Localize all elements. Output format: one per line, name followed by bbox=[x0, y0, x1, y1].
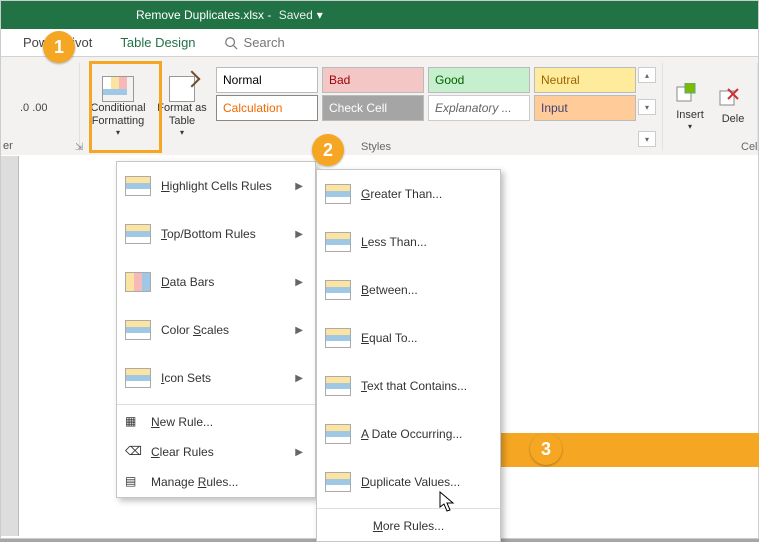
menu-color-scales[interactable]: Color Scales ▶ bbox=[117, 306, 315, 354]
cell-styles-gallery[interactable]: Normal Bad Good Neutral Calculation Chec… bbox=[214, 63, 638, 151]
less-than-icon bbox=[325, 232, 351, 252]
group-label-cells: Cel bbox=[741, 141, 758, 153]
chevron-right-icon: ▶ bbox=[295, 447, 303, 458]
submenu-less-than[interactable]: Less Than... bbox=[317, 218, 500, 266]
chevron-right-icon: ▶ bbox=[295, 277, 303, 288]
menu-top-bottom-rules[interactable]: Top/Bottom Rules ▶ bbox=[117, 210, 315, 258]
file-name: Remove Duplicates.xlsx bbox=[136, 8, 264, 22]
save-status[interactable]: Saved bbox=[279, 8, 313, 22]
delete-icon bbox=[718, 87, 748, 113]
style-explanatory[interactable]: Explanatory ... bbox=[428, 95, 530, 121]
top-bottom-icon bbox=[125, 224, 151, 244]
menu-clear-rules[interactable]: ⌫ Clear Rules ▶ bbox=[117, 437, 315, 467]
chevron-right-icon: ▶ bbox=[295, 181, 303, 192]
delete-label: Dele bbox=[722, 113, 745, 126]
callout-badge-2: 2 bbox=[312, 134, 344, 166]
group-label-styles: Styles bbox=[361, 141, 391, 153]
number-format-icons[interactable]: .0 .00 bbox=[18, 97, 62, 117]
search-box[interactable]: Search bbox=[224, 35, 285, 50]
submenu-equal-to[interactable]: Equal To... bbox=[317, 314, 500, 362]
submenu-duplicate-values[interactable]: Duplicate Values... bbox=[317, 458, 500, 506]
chevron-down-icon: ▾ bbox=[180, 128, 184, 138]
scroll-down-icon[interactable]: ▾ bbox=[638, 99, 656, 115]
cells-group: Insert ▾ Dele bbox=[663, 63, 758, 151]
scroll-expand-icon[interactable]: ▾ bbox=[638, 131, 656, 147]
menu-highlight-cells-rules[interactable]: HHighlight Cells Rulesighlight Cells Rul… bbox=[117, 162, 315, 210]
callout-badge-3: 3 bbox=[530, 433, 562, 465]
scroll-up-icon[interactable]: ▴ bbox=[638, 67, 656, 83]
greater-than-icon bbox=[325, 184, 351, 204]
menu-manage-rules[interactable]: ▤ Manage Rules... bbox=[117, 467, 315, 497]
submenu-greater-than[interactable]: Greater Than... bbox=[317, 170, 500, 218]
new-rule-icon: ▦ bbox=[125, 414, 141, 430]
chevron-down-icon[interactable]: ▾ bbox=[317, 8, 323, 22]
menu-icon-sets[interactable]: Icon Sets ▶ bbox=[117, 354, 315, 402]
chevron-right-icon: ▶ bbox=[295, 229, 303, 240]
submenu-between[interactable]: Between... bbox=[317, 266, 500, 314]
svg-text:.0 .00: .0 .00 bbox=[20, 102, 48, 114]
chevron-down-icon: ▾ bbox=[688, 122, 692, 132]
search-placeholder: Search bbox=[244, 35, 285, 50]
search-icon bbox=[224, 36, 238, 50]
insert-label: Insert bbox=[676, 109, 704, 122]
conditional-formatting-button[interactable]: Conditional Formatting ▾ bbox=[86, 63, 150, 151]
menu-data-bars[interactable]: Data Bars ▶ bbox=[117, 258, 315, 306]
styles-gallery-scroll[interactable]: ▴ ▾ ▾ bbox=[638, 63, 656, 151]
cf-label: Conditional Formatting bbox=[90, 102, 145, 128]
conditional-formatting-icon bbox=[102, 76, 134, 102]
delete-button[interactable]: Dele bbox=[713, 67, 753, 147]
ribbon: .0 .00 ⇲ Conditional Formatting ▾ Format… bbox=[1, 57, 758, 155]
chevron-right-icon: ▶ bbox=[295, 325, 303, 336]
titlebar: Remove Duplicates.xlsx - Saved ▾ bbox=[1, 1, 758, 29]
ribbon-tabs: Power Pivot Table Design Search bbox=[1, 29, 758, 57]
excel-window: Remove Duplicates.xlsx - Saved ▾ Power P… bbox=[0, 0, 759, 539]
equal-to-icon bbox=[325, 328, 351, 348]
style-normal[interactable]: Normal bbox=[216, 67, 318, 93]
data-bars-icon bbox=[125, 272, 151, 292]
row-headers bbox=[1, 156, 19, 536]
tab-table-design[interactable]: Table Design bbox=[120, 35, 195, 50]
insert-button[interactable]: Insert ▾ bbox=[667, 67, 713, 147]
styles-group: Conditional Formatting ▾ Format as Table… bbox=[80, 63, 663, 151]
clear-rules-icon: ⌫ bbox=[125, 444, 141, 460]
between-icon bbox=[325, 280, 351, 300]
submenu-text-contains[interactable]: Text that Contains... bbox=[317, 362, 500, 410]
left-truncated-label: er bbox=[3, 140, 13, 152]
style-neutral[interactable]: Neutral bbox=[534, 67, 636, 93]
style-input[interactable]: Input bbox=[534, 95, 636, 121]
highlight-cells-icon bbox=[125, 176, 151, 196]
format-as-table-icon bbox=[169, 76, 195, 102]
menu-new-rule[interactable]: ▦ New Rule... bbox=[117, 407, 315, 437]
submenu-date-occurring[interactable]: A Date Occurring... bbox=[317, 410, 500, 458]
color-scales-icon bbox=[125, 320, 151, 340]
duplicate-values-icon bbox=[325, 472, 351, 492]
style-good[interactable]: Good bbox=[428, 67, 530, 93]
number-group: .0 .00 ⇲ bbox=[1, 63, 80, 151]
submenu-more-rules[interactable]: More Rules... bbox=[317, 511, 500, 541]
style-calculation[interactable]: Calculation bbox=[216, 95, 318, 121]
format-as-table-button[interactable]: Format as Table ▾ bbox=[150, 63, 214, 151]
dialog-launcher-icon[interactable]: ⇲ bbox=[75, 142, 83, 153]
chevron-down-icon: ▾ bbox=[116, 128, 120, 138]
style-check-cell[interactable]: Check Cell bbox=[322, 95, 424, 121]
chevron-right-icon: ▶ bbox=[295, 373, 303, 384]
conditional-formatting-menu: HHighlight Cells Rulesighlight Cells Rul… bbox=[116, 161, 316, 498]
fat-label: Format as Table bbox=[157, 102, 207, 128]
icon-sets-icon bbox=[125, 368, 151, 388]
date-occurring-icon bbox=[325, 424, 351, 444]
callout-badge-1: 1 bbox=[43, 31, 75, 63]
manage-rules-icon: ▤ bbox=[125, 474, 141, 490]
style-bad[interactable]: Bad bbox=[322, 67, 424, 93]
text-contains-icon bbox=[325, 376, 351, 396]
highlight-cells-submenu: Greater Than... Less Than... Between... … bbox=[316, 169, 501, 542]
insert-icon bbox=[675, 83, 705, 109]
